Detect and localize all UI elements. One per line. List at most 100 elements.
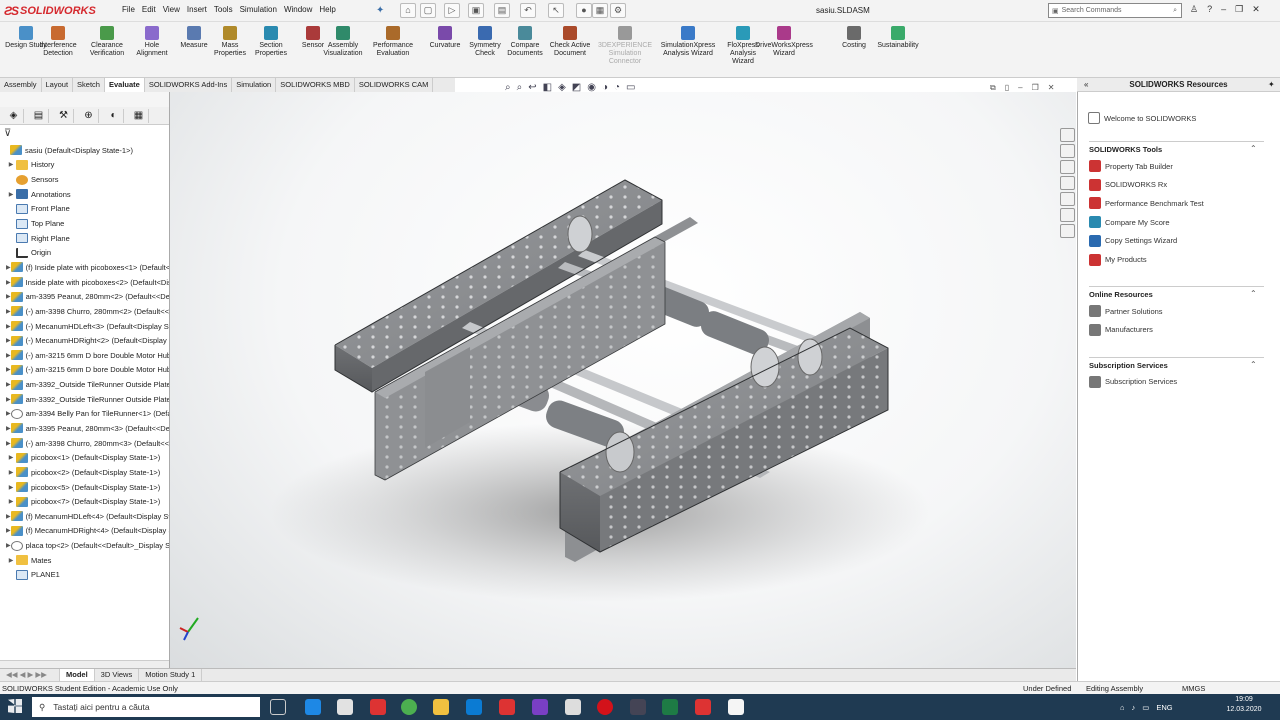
mail-icon[interactable] (466, 699, 482, 715)
expand-arrow-icon[interactable]: ▶ (6, 425, 11, 432)
tree-item[interactable]: ▶ am-3392_Outside TileRunner Outside Plat… (0, 392, 170, 407)
expand-arrow-icon[interactable]: ▶ (6, 498, 16, 505)
tab-solidworks-add-ins[interactable]: SOLIDWORKS Add-Ins (145, 78, 233, 92)
expand-arrow-icon[interactable]: ▶ (6, 323, 11, 330)
cmd-hole-alignment[interactable]: Hole Alignment (130, 26, 174, 78)
custom-properties-tab-icon[interactable] (1060, 208, 1075, 222)
tree-item[interactable]: ▶ (f) Inside plate with picoboxes<1> (Def… (0, 260, 170, 275)
excel-icon[interactable] (662, 699, 678, 715)
feature-tree-icon[interactable]: ◈ (4, 109, 24, 123)
scene-icon[interactable]: ◔ (614, 82, 620, 93)
collapse-pane-icon[interactable]: « (1084, 80, 1088, 89)
app-icon[interactable] (565, 699, 581, 715)
menu-insert[interactable]: Insert (187, 5, 214, 14)
print-icon[interactable]: ▤ (494, 3, 510, 18)
tree-item[interactable]: ▶ (-) MecanumHDLeft<3> (Default<Display S… (0, 319, 170, 334)
tree-item[interactable]: PLANE1 (0, 568, 170, 583)
cmd-3dexperience-simulation-connector[interactable]: 3DEXPERIENCE Simulation Connector (598, 26, 652, 78)
tree-item[interactable]: ▶ (-) am-3398 Churro, 280mm<3> (Default<<… (0, 436, 170, 451)
menu-window[interactable]: Window (284, 5, 319, 14)
network-icon[interactable]: ⌂ (1120, 703, 1125, 712)
restore-icon[interactable]: ❐ (1235, 4, 1243, 15)
close-icon[interactable]: ✕ (1252, 4, 1260, 15)
expand-arrow-icon[interactable]: ▶ (6, 557, 16, 564)
cam-manager-icon[interactable]: ▦ (129, 109, 149, 123)
menu-view[interactable]: View (163, 5, 187, 14)
expand-arrow-icon[interactable]: ▶ (6, 396, 11, 403)
cmd-section-properties[interactable]: Section Properties (249, 26, 293, 78)
design-library-tab-icon[interactable] (1060, 144, 1075, 158)
menu-help[interactable]: Help (319, 5, 342, 14)
volume-icon[interactable]: ♪ (1132, 703, 1136, 712)
battery-icon[interactable]: ▭ (1142, 703, 1149, 712)
appearance-icon[interactable]: ◑ (602, 82, 608, 93)
appearances-tab-icon[interactable] (1060, 192, 1075, 206)
save-icon[interactable]: ▣ (468, 3, 484, 18)
rebuild-icon[interactable]: ● (576, 3, 592, 18)
zoom-area-icon[interactable]: ⌕ (517, 82, 523, 93)
cmd-symmetry-check[interactable]: Symmetry Check (463, 26, 507, 78)
store-icon[interactable] (337, 699, 353, 715)
search-commands-input[interactable]: ▣ Search Commands ⌕ (1048, 3, 1182, 18)
expand-arrow-icon[interactable]: ▶ (6, 513, 11, 520)
expand-arrow-icon[interactable]: ▶ (6, 352, 11, 359)
expand-arrow-icon[interactable]: ▶ (6, 191, 16, 198)
tree-item[interactable]: ▶ Inside plate with picoboxes<2> (Default… (0, 275, 170, 290)
status-units[interactable]: MMGS (1182, 684, 1205, 693)
pin-pane-icon[interactable]: ✦ (1268, 80, 1275, 89)
graphics-viewport[interactable] (170, 92, 1076, 682)
viewport-tile-icon[interactable]: ▯ (1005, 83, 1009, 93)
property-manager-icon[interactable]: ▤ (29, 109, 49, 123)
tree-item[interactable]: ▶ placa top<2> (Default<<Default>_Display… (0, 538, 170, 553)
display-manager-icon[interactable]: ◐ (104, 109, 124, 123)
home-icon[interactable]: ⌂ (400, 3, 416, 18)
tree-item[interactable]: Top Plane (0, 216, 170, 231)
tree-item[interactable]: ▶ (f) MecanumHDLeft<4> (Default<Display S… (0, 509, 170, 524)
expand-arrow-icon[interactable]: ▶ (6, 381, 11, 388)
tree-item[interactable]: Sensors (0, 172, 170, 187)
resource-link[interactable]: Manufacturers (1089, 323, 1153, 336)
minimize-icon[interactable]: – (1221, 4, 1226, 15)
task-view-icon[interactable] (270, 699, 286, 715)
cmd-driveworksxpress-wizard[interactable]: DriveWorksXpress Wizard (755, 26, 813, 78)
expand-arrow-icon[interactable]: ▶ (6, 410, 11, 417)
tab-scroll-arrows[interactable]: ◀◀ ◀ ▶ ▶▶ (0, 669, 60, 681)
expand-arrow-icon[interactable]: ▶ (6, 469, 16, 476)
expand-arrow-icon[interactable]: ▶ (6, 542, 11, 549)
expand-arrow-icon[interactable]: ▶ (6, 454, 16, 461)
cmd-performance-evaluation[interactable]: Performance Evaluation (371, 26, 415, 78)
tab-layout[interactable]: Layout (42, 78, 74, 92)
tree-item[interactable]: sasiu (Default<Display State-1>) (0, 143, 170, 158)
solidworks-active-icon[interactable] (695, 699, 711, 715)
new-icon[interactable]: ▢ (420, 3, 436, 18)
collapse-section-icon[interactable]: ⌃ (1250, 144, 1257, 153)
previous-view-icon[interactable]: ↩ (528, 82, 536, 93)
taskbar-search[interactable]: ⚲ Tastați aici pentru a căuta (32, 697, 260, 717)
select-icon[interactable]: ↖ (548, 3, 564, 18)
bottom-tab-model[interactable]: Model (60, 669, 95, 681)
cmd-check-active-document[interactable]: Check Active Document (548, 26, 592, 78)
expand-arrow-icon[interactable]: ▶ (6, 366, 11, 373)
view-orientation-icon[interactable]: ◈ (558, 82, 566, 93)
tab-solidworks-cam[interactable]: SOLIDWORKS CAM (355, 78, 434, 92)
expand-arrow-icon[interactable]: ▶ (6, 440, 11, 447)
user-icon[interactable]: ♙ (1190, 4, 1198, 15)
tree-item[interactable]: ▶ (-) am-3398 Churro, 280mm<2> (Default<<… (0, 304, 170, 319)
edge-icon[interactable] (305, 699, 321, 715)
expand-arrow-icon[interactable]: ▶ (6, 527, 11, 534)
tab-assembly[interactable]: Assembly (0, 78, 42, 92)
expand-arrow-icon[interactable]: ▶ (6, 337, 11, 344)
menu-tools[interactable]: Tools (214, 5, 240, 14)
file-explorer-tab-icon[interactable] (1060, 160, 1075, 174)
tree-item[interactable]: ▶ am-3395 Peanut, 280mm<2> (Default<<Defa… (0, 289, 170, 304)
tree-item[interactable]: ▶ Annotations (0, 187, 170, 202)
forum-tab-icon[interactable] (1060, 224, 1075, 238)
section-view-icon[interactable]: ◧ (543, 82, 552, 93)
display-style-icon[interactable]: ◩ (572, 82, 581, 93)
configuration-manager-icon[interactable]: ⚒ (54, 109, 74, 123)
tab-sketch[interactable]: Sketch (73, 78, 105, 92)
cmd-mass-properties[interactable]: Mass Properties (208, 26, 252, 78)
bottom-tab-motion-study-1[interactable]: Motion Study 1 (139, 669, 203, 681)
app2-icon[interactable] (630, 699, 646, 715)
tree-item[interactable]: ▶ Mates (0, 553, 170, 568)
